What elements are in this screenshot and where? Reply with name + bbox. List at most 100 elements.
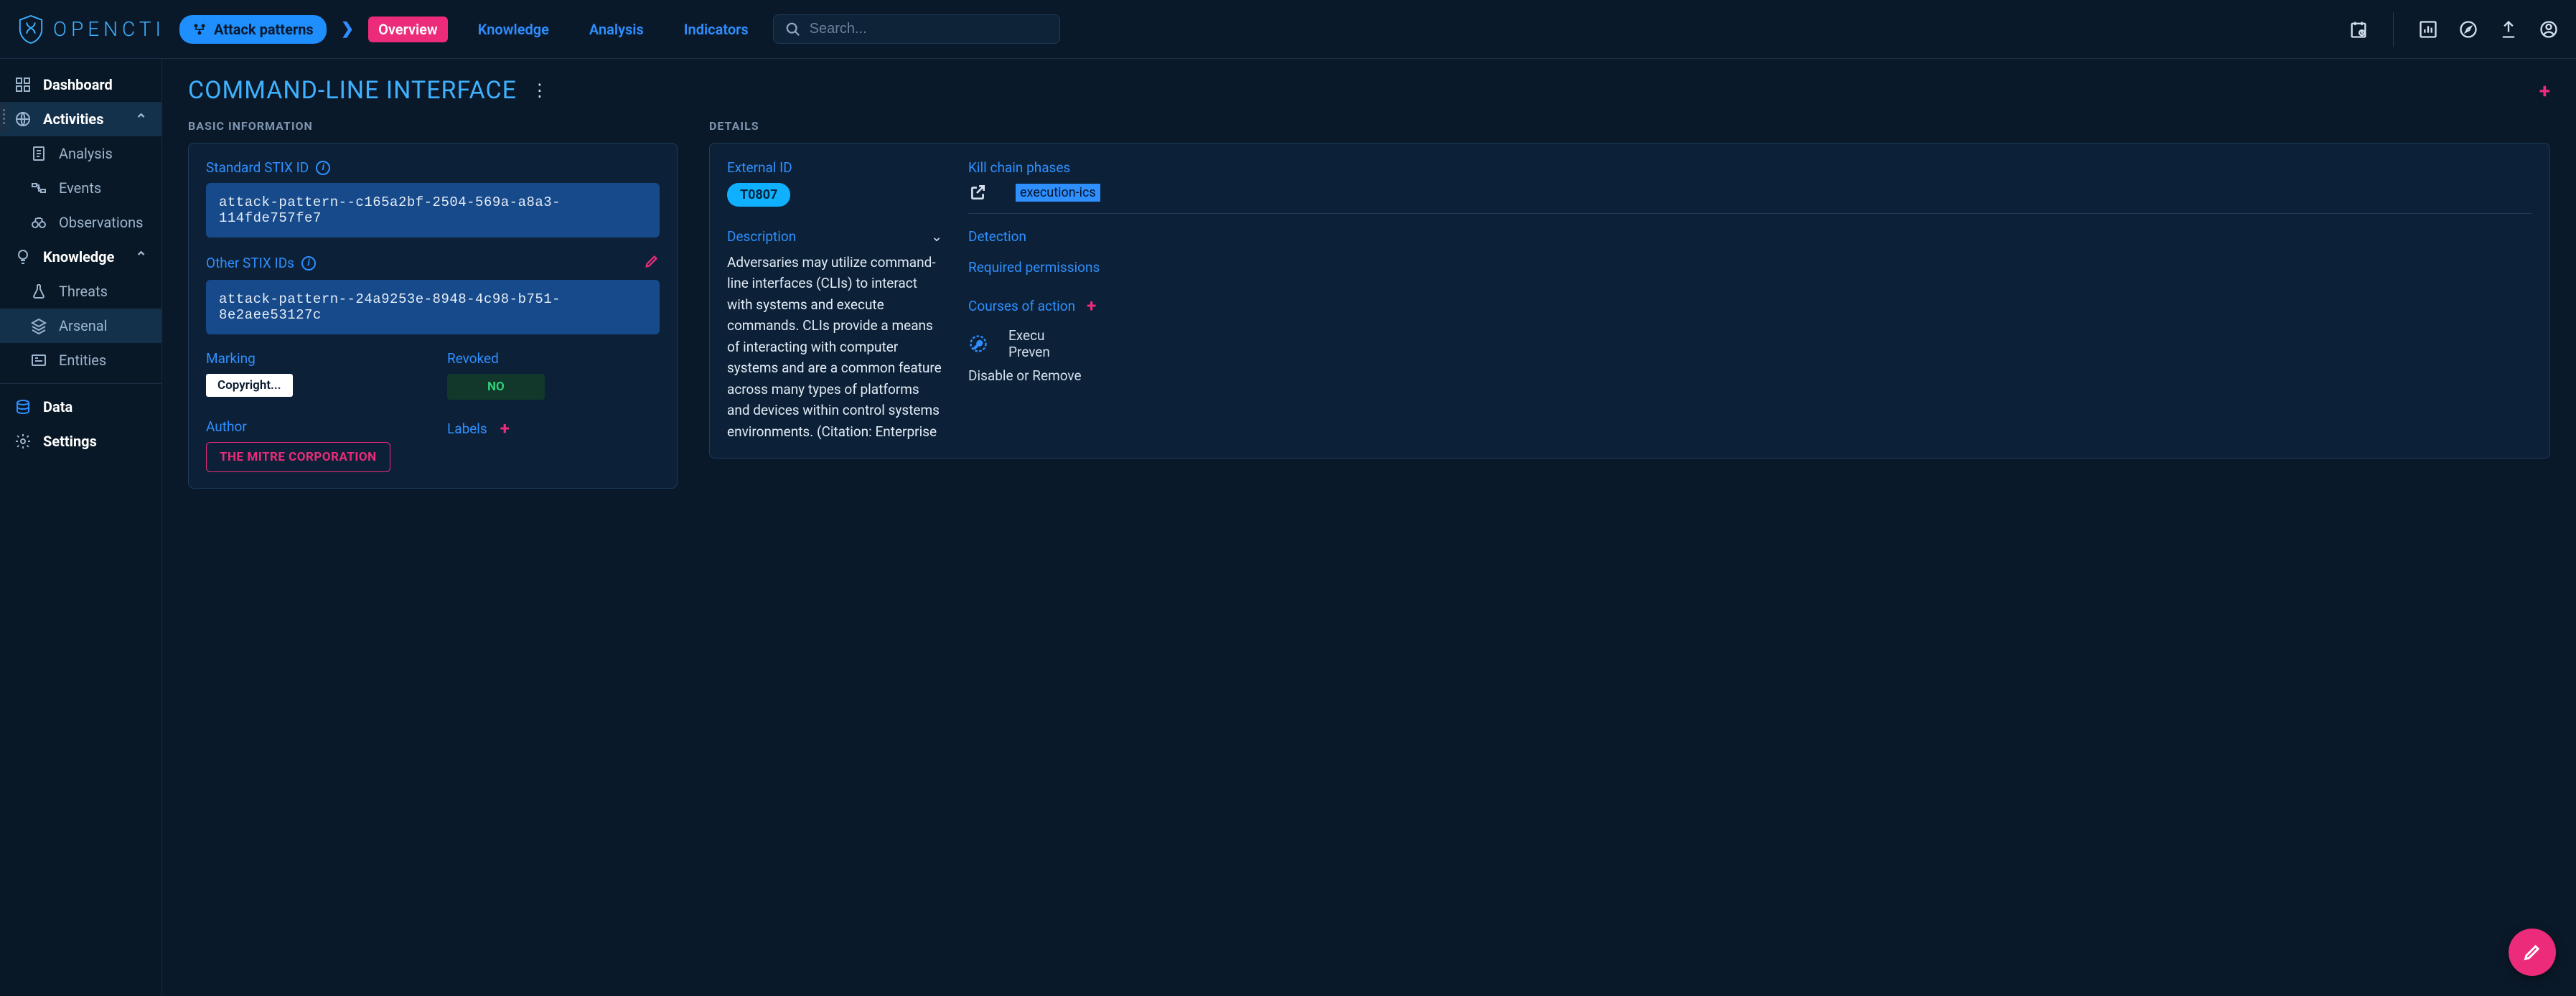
layers-icon (30, 317, 47, 334)
breadcrumb-chip[interactable]: Attack patterns (179, 15, 327, 44)
sidebar-item-observations[interactable]: Observations (0, 205, 161, 240)
stix-id-value[interactable]: attack-pattern--c165a2bf-2504-569a-a8a3-… (206, 183, 660, 238)
brand-text: OPENCTI (53, 17, 165, 41)
author-chip[interactable]: THE MITRE CORPORATION (206, 442, 390, 472)
topbar: OPENCTI Attack patterns ❯ Overview Knowl… (0, 0, 2576, 59)
description-text: Adversaries may utilize command-line int… (727, 252, 942, 442)
tab-indicators[interactable]: Indicators (674, 17, 759, 42)
brand-logo[interactable]: OPENCTI (17, 14, 165, 44)
stix-id-label: Standard STIX ID i (206, 159, 660, 176)
page-title: COMMAND-LINE INTERFACE (188, 76, 517, 105)
database-icon (14, 398, 32, 415)
kill-chain-label: Kill chain phases (968, 159, 2532, 176)
sidebar-item-label: Observations (59, 214, 143, 231)
sidebar-item-label: Data (43, 398, 72, 415)
pencil-icon (2522, 942, 2542, 962)
other-stix-value[interactable]: attack-pattern--24a9253e-8948-4c98-b751-… (206, 280, 660, 334)
upload-icon[interactable] (2498, 19, 2519, 39)
pencil-icon[interactable] (644, 253, 660, 273)
chevron-right-icon: ❯ (341, 20, 354, 38)
sidebar-item-label: Events (59, 179, 101, 197)
basic-info-card: Standard STIX ID i attack-pattern--c165a… (188, 143, 678, 489)
content: COMMAND-LINE INTERFACE ⋮ + BASIC INFORMA… (162, 59, 2576, 996)
sidebar-drag-handle[interactable] (0, 102, 9, 131)
description-label: Description ⌄ (727, 228, 942, 245)
marking-chip[interactable]: Copyright... (206, 374, 293, 397)
calendar-clipboard-icon[interactable] (2348, 19, 2369, 39)
wrench-dashed-icon (968, 334, 988, 354)
chevron-up-icon: ⌃ (135, 248, 147, 266)
sidebar-item-dashboard[interactable]: Dashboard (0, 67, 161, 102)
detection-label[interactable]: Detection (968, 228, 2532, 245)
revoked-label: Revoked (447, 350, 660, 367)
coa-item-label: Execu Preven (1008, 327, 1050, 360)
details-card: External ID T0807 Description ⌄ Adversar… (709, 143, 2550, 459)
sidebar-item-settings[interactable]: Settings (0, 424, 161, 459)
edit-fab[interactable] (2509, 929, 2556, 976)
tab-knowledge[interactable]: Knowledge (468, 17, 559, 42)
coa-item[interactable]: Disable or Remove (968, 367, 2532, 384)
sidebar-item-threats[interactable]: Threats (0, 274, 161, 309)
tab-overview[interactable]: Overview (368, 17, 448, 42)
sidebar-item-analysis[interactable]: Analysis (0, 136, 161, 171)
external-link-icon[interactable] (968, 183, 987, 202)
labels-label: Labels + (447, 418, 660, 438)
marking-label: Marking (206, 350, 418, 367)
divider (2393, 12, 2394, 47)
sidebar-item-label: Threats (59, 283, 108, 300)
permissions-label[interactable]: Required permissions (968, 259, 2532, 276)
coa-item-label: Disable or Remove (968, 367, 1082, 384)
search-input[interactable] (810, 21, 1048, 37)
lightbulb-icon (14, 248, 32, 266)
sidebar-item-label: Analysis (59, 145, 113, 162)
top-icons (2348, 12, 2559, 47)
search-field[interactable] (773, 14, 1060, 44)
sidebar-item-label: Settings (43, 433, 97, 450)
sidebar-group-knowledge[interactable]: Knowledge ⌃ (0, 240, 161, 274)
sidebar-item-label: Entities (59, 352, 106, 369)
courses-of-action-label[interactable]: Courses of action (968, 296, 2532, 316)
breadcrumb-label: Attack patterns (214, 21, 314, 38)
sidebar-item-label: Activities (43, 111, 103, 128)
sidebar-item-label: Arsenal (59, 317, 108, 334)
chevron-down-icon[interactable]: ⌄ (931, 228, 942, 245)
chevron-up-icon: ⌃ (135, 111, 147, 128)
grid-icon (14, 76, 32, 93)
add-label-icon[interactable]: + (500, 418, 510, 438)
more-vert-icon[interactable]: ⋮ (531, 80, 548, 100)
account-icon[interactable] (2539, 19, 2559, 39)
basic-info-heading: BASIC INFORMATION (188, 119, 678, 133)
sidebar-separator (0, 383, 161, 384)
search-icon (785, 22, 801, 37)
info-icon[interactable]: i (301, 256, 316, 271)
sidebar-item-events[interactable]: Events (0, 171, 161, 205)
card-icon (30, 352, 47, 369)
other-stix-label: Other STIX IDs i (206, 253, 660, 273)
sidebar-item-arsenal[interactable]: Arsenal (0, 309, 161, 343)
info-icon[interactable]: i (316, 161, 330, 175)
tab-analysis[interactable]: Analysis (579, 17, 654, 42)
sidebar-item-label: Dashboard (43, 76, 113, 93)
revoked-badge: NO (447, 374, 545, 400)
sidebar-group-activities[interactable]: Activities ⌃ (0, 102, 161, 136)
dna-shield-icon (17, 14, 45, 44)
compass-icon[interactable] (2458, 19, 2478, 39)
external-id-chip[interactable]: T0807 (727, 183, 790, 207)
flask-icon (30, 283, 47, 300)
gear-icon (14, 433, 32, 450)
sidebar-item-label: Knowledge (43, 248, 114, 266)
details-heading: DETAILS (709, 119, 2550, 133)
nodes-icon (192, 22, 207, 37)
external-id-label: External ID (727, 159, 942, 176)
document-icon (30, 145, 47, 162)
kill-chain-tag[interactable]: execution-ics (1016, 184, 1100, 202)
binoculars-icon (30, 214, 47, 231)
author-label: Author (206, 418, 418, 435)
tabs: Overview Knowledge Analysis Indicators (368, 17, 759, 42)
sidebar-item-entities[interactable]: Entities (0, 343, 161, 377)
coa-item[interactable]: Execu Preven (968, 327, 2532, 360)
sidebar-item-data[interactable]: Data (0, 390, 161, 424)
chart-icon[interactable] (2418, 19, 2438, 39)
add-button[interactable]: + (2539, 79, 2550, 103)
sidebar: Dashboard Activities ⌃ Analysis Events O… (0, 59, 162, 996)
